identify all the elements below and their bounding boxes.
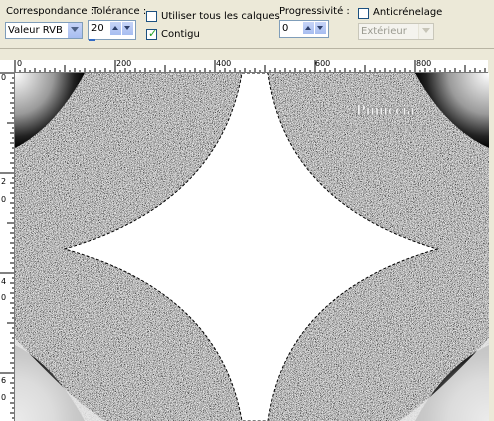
- tolerance-spinner[interactable]: [110, 22, 134, 37]
- use-all-layers-label: Utiliser tous les calques: [161, 11, 280, 22]
- watermark-url: www.pinucciaproject.eu: [333, 123, 430, 134]
- vertical-ruler-ticks: [0, 72, 14, 419]
- antialias-mode-dropdown-button[interactable]: [418, 24, 433, 39]
- match-mode-dropdown-button[interactable]: [67, 23, 82, 38]
- feather-field[interactable]: 0: [279, 20, 329, 38]
- match-mode-label: Correspondance :: [6, 6, 95, 17]
- vertical-ruler: 0 2 0 4 0 6 0: [0, 72, 15, 421]
- ruler-left-label: 0: [1, 73, 7, 82]
- spin-up-icon: [112, 26, 118, 30]
- antialias-mode-select[interactable]: Extérieur: [358, 23, 434, 40]
- ruler-top-label: 800: [416, 60, 432, 68]
- tolerance-spin-down[interactable]: [122, 22, 133, 35]
- contiguous-checkbox[interactable]: ✓: [146, 27, 158, 40]
- image-canvas[interactable]: Pinuccia www.pinucciaproject.eu: [15, 73, 489, 421]
- tolerance-spin-up[interactable]: [110, 22, 121, 35]
- ruler-top-label: 200: [116, 60, 132, 68]
- feather-spinner[interactable]: [303, 22, 327, 36]
- antialias-label: Anticrénelage: [373, 7, 443, 18]
- ruler-left-label: 2: [1, 177, 7, 186]
- antialias-mode-value: Extérieur: [361, 26, 407, 37]
- antialias-checkbox[interactable]: [358, 8, 369, 19]
- feather-spin-down[interactable]: [315, 22, 326, 34]
- use-all-layers-checkbox[interactable]: [146, 11, 157, 22]
- match-mode-value: Valeur RVB: [8, 25, 63, 36]
- feather-label: Progressivité :: [279, 6, 350, 17]
- ruler-top-label: 400: [216, 60, 232, 68]
- spin-down-icon: [124, 26, 130, 30]
- ruler-left-label: 4: [1, 277, 7, 286]
- checkmark-icon: ✓: [148, 27, 158, 40]
- feather-value: 0: [282, 23, 289, 34]
- chevron-down-icon: [422, 28, 430, 33]
- ruler-left-label: 0: [1, 293, 7, 302]
- watermark-name: Pinuccia: [356, 102, 415, 119]
- tolerance-value: 20: [91, 23, 104, 34]
- chevron-down-icon: [71, 27, 79, 32]
- spin-down-icon: [317, 26, 323, 30]
- ruler-top-label: 0: [17, 60, 23, 68]
- ruler-left-label: 0: [1, 393, 7, 402]
- tool-options-bar: Correspondance : Valeur RVB Tolérance : …: [0, 0, 494, 49]
- tolerance-slider-indicator[interactable]: [89, 39, 95, 41]
- contiguous-label: Contigu: [161, 29, 200, 40]
- tolerance-field[interactable]: 20: [88, 20, 136, 40]
- ruler-left-label: 6: [1, 376, 7, 385]
- ruler-top-label: 600: [315, 60, 331, 68]
- horizontal-ruler: 0 200 400 600 800: [0, 60, 494, 73]
- match-mode-select[interactable]: Valeur RVB: [5, 22, 83, 39]
- feather-spin-up[interactable]: [303, 22, 314, 34]
- spin-up-icon: [305, 26, 311, 30]
- ruler-left-label: 0: [1, 195, 7, 204]
- tolerance-label: Tolérance :: [92, 6, 147, 17]
